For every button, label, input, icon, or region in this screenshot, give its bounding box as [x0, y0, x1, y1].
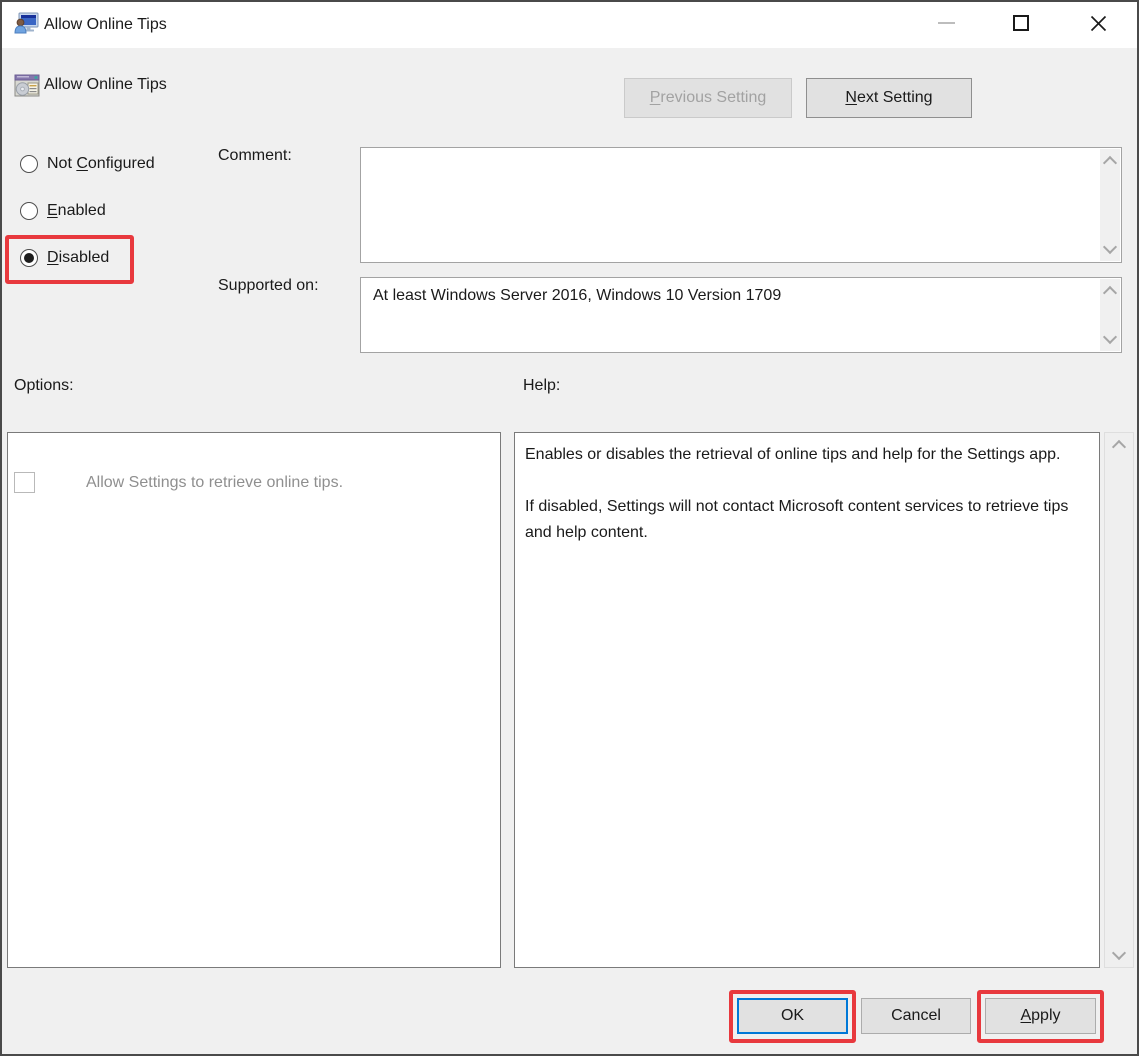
setting-name-heading: Allow Online Tips [44, 76, 167, 93]
minimize-button[interactable] [921, 2, 971, 44]
radio-label: Enabled [47, 202, 106, 219]
apply-button[interactable]: Apply [985, 998, 1096, 1034]
allow-settings-checkbox-label: Allow Settings to retrieve online tips. [86, 474, 344, 491]
ok-button[interactable]: OK [737, 998, 848, 1034]
help-paragraph: If disabled, Settings will not contact M… [525, 498, 1069, 541]
supported-on-label: Supported on: [218, 277, 319, 294]
scroll-up-icon[interactable] [1102, 285, 1118, 301]
scroll-up-icon[interactable] [1111, 439, 1127, 455]
radio-enabled[interactable]: Enabled [20, 201, 106, 221]
radio-circle-icon [20, 155, 38, 173]
minimize-icon [937, 22, 955, 24]
next-setting-button[interactable]: Next Setting [806, 78, 972, 118]
radio-label: Not Configured [47, 155, 155, 172]
radio-circle-selected-icon [20, 249, 38, 267]
policy-setting-icon [14, 74, 40, 97]
help-scrollbar[interactable] [1104, 432, 1134, 968]
scroll-down-icon[interactable] [1111, 945, 1127, 961]
policy-dialog-window: Allow Online Tips Allow Online Tips Prev… [0, 0, 1139, 1056]
comment-scrollbar[interactable] [1100, 149, 1120, 261]
close-icon [1090, 15, 1106, 31]
scroll-down-icon[interactable] [1102, 239, 1118, 255]
titlebar: Allow Online Tips [0, 0, 1139, 48]
options-label: Options: [14, 377, 74, 394]
comment-textarea[interactable] [360, 147, 1122, 263]
maximize-button[interactable] [996, 2, 1046, 44]
previous-setting-button[interactable]: Previous Setting [624, 78, 792, 118]
help-paragraph: Enables or disables the retrieval of onl… [525, 446, 1061, 463]
cancel-button[interactable]: Cancel [861, 998, 971, 1034]
radio-label: Disabled [47, 249, 110, 266]
supported-on-value: At least Windows Server 2016, Windows 10… [373, 287, 782, 304]
window-title: Allow Online Tips [44, 16, 167, 33]
maximize-icon [1013, 15, 1029, 31]
supported-on-scrollbar[interactable] [1100, 279, 1120, 351]
supported-on-field: At least Windows Server 2016, Windows 10… [360, 277, 1122, 353]
close-button[interactable] [1073, 2, 1123, 44]
comment-label: Comment: [218, 147, 292, 164]
help-label: Help: [523, 377, 561, 394]
allow-settings-checkbox[interactable] [14, 472, 35, 493]
scroll-down-icon[interactable] [1102, 329, 1118, 345]
options-panel: Allow Settings to retrieve online tips. [7, 432, 501, 968]
group-policy-app-icon [14, 12, 39, 34]
help-panel: Enables or disables the retrieval of onl… [514, 432, 1100, 968]
radio-disabled[interactable]: Disabled [20, 248, 109, 268]
radio-circle-icon [20, 202, 38, 220]
help-text: Enables or disables the retrieval of onl… [515, 433, 1099, 555]
radio-not-configured[interactable]: Not Configured [20, 154, 155, 174]
scroll-up-icon[interactable] [1102, 155, 1118, 171]
